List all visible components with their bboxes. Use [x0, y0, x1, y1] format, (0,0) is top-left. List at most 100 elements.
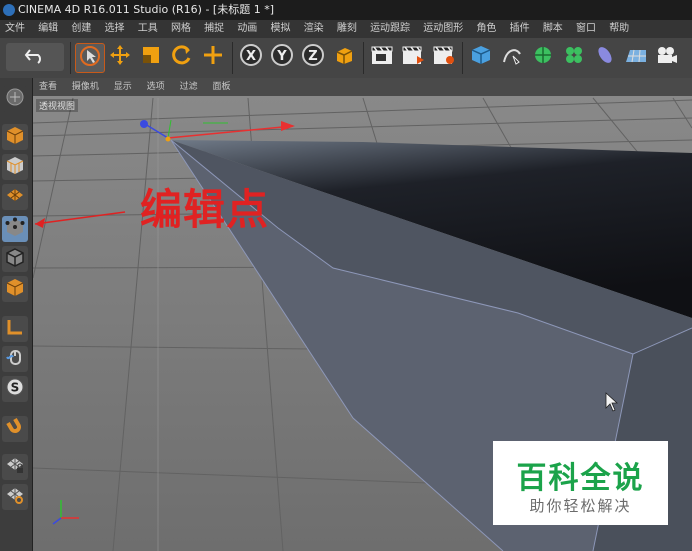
viewport-menu: 查看 摄像机 显示 选项 过滤 面板: [33, 78, 692, 96]
mograph-cloner-icon: [563, 44, 585, 70]
menu-render[interactable]: 渲染: [299, 20, 329, 38]
window-title: CINEMA 4D R16.011 Studio (R16) - [未标题 1 …: [18, 3, 275, 16]
y-axis-icon: Y: [270, 43, 294, 71]
scale-button[interactable]: [137, 43, 165, 71]
snap-icon: S: [5, 377, 25, 401]
workplane-lock-button[interactable]: [2, 454, 28, 480]
mograph-cloner-button[interactable]: [560, 43, 588, 71]
menu-bar: 文件 编辑 创建 选择 工具 网格 捕捉 动画 模拟 渲染 雕刻 运动跟踪 运动…: [0, 20, 692, 38]
magnet-icon: [5, 417, 25, 441]
menu-script[interactable]: 脚本: [538, 20, 568, 38]
make-editable-button[interactable]: [2, 86, 28, 112]
render-view-button[interactable]: [368, 43, 396, 71]
points-mode-icon: [5, 217, 25, 241]
live-selection-button[interactable]: [75, 43, 105, 73]
camera-icon: [655, 44, 679, 70]
z-axis-lock-button[interactable]: Z: [299, 43, 327, 71]
menu-help[interactable]: 帮助: [604, 20, 634, 38]
menu-motion-tracking[interactable]: 运动跟踪: [365, 20, 415, 38]
polygons-mode-icon: [5, 277, 25, 301]
undo-button[interactable]: [6, 43, 64, 71]
axis-mode-icon: [5, 317, 25, 341]
subdivision-icon: [532, 44, 554, 70]
edges-mode-button[interactable]: [2, 246, 28, 272]
coordinate-system-icon: [333, 44, 355, 70]
add-tool-button[interactable]: [199, 43, 227, 71]
cube-icon: [470, 44, 492, 70]
cinema4d-app-icon: [3, 4, 15, 16]
menu-simulate[interactable]: 模拟: [266, 20, 296, 38]
make-editable-icon: [4, 86, 26, 112]
menu-edit[interactable]: 编辑: [33, 20, 63, 38]
menu-animate[interactable]: 动画: [232, 20, 262, 38]
x-axis-lock-button[interactable]: X: [237, 43, 265, 71]
render-picture-viewer-icon: [401, 44, 425, 70]
svg-text:X: X: [246, 49, 256, 64]
undo-icon: [24, 46, 46, 68]
viewport-menu-filter[interactable]: 过滤: [174, 78, 204, 96]
annotation-label: 编辑点: [140, 185, 270, 234]
rotate-button[interactable]: [168, 43, 196, 71]
svg-text:S: S: [11, 381, 20, 395]
viewport-label: 透视视图: [36, 99, 79, 112]
x-axis-icon: X: [239, 43, 263, 71]
edit-render-settings-button[interactable]: [430, 43, 458, 71]
polygons-mode-button[interactable]: [2, 276, 28, 302]
axis-mode-button[interactable]: [2, 316, 28, 342]
menu-window[interactable]: 窗口: [571, 20, 601, 38]
workplane-grid-button[interactable]: [2, 184, 28, 210]
snap-button[interactable]: S: [2, 376, 28, 402]
move-icon: [109, 44, 131, 70]
model-mode-button[interactable]: [2, 124, 28, 150]
mode-palette: S: [0, 78, 33, 551]
edit-render-settings-icon: [432, 44, 456, 70]
add-icon: [202, 44, 224, 70]
points-mode-button[interactable]: [2, 216, 28, 242]
lock-workplane-icon: [5, 455, 25, 479]
pen-spline-button[interactable]: [498, 43, 526, 71]
pen-icon: [501, 44, 523, 70]
deformer-button[interactable]: [591, 43, 619, 71]
y-axis-lock-button[interactable]: Y: [268, 43, 296, 71]
move-button[interactable]: [106, 43, 134, 71]
menu-mograph[interactable]: 运动图形: [418, 20, 468, 38]
menu-sculpt[interactable]: 雕刻: [332, 20, 362, 38]
scale-icon: [140, 44, 162, 70]
menu-snap[interactable]: 捕捉: [199, 20, 229, 38]
main-toolbar: X Y Z: [0, 38, 692, 79]
menu-file[interactable]: 文件: [0, 20, 30, 38]
menu-character[interactable]: 角色: [471, 20, 501, 38]
texture-mode-icon: [5, 155, 25, 179]
menu-select[interactable]: 选择: [100, 20, 130, 38]
menu-tools[interactable]: 工具: [133, 20, 163, 38]
z-axis-icon: Z: [301, 43, 325, 71]
watermark-title: 百科全说: [516, 461, 645, 496]
model-mode-icon: [5, 125, 25, 149]
viewport-menu-view[interactable]: 查看: [33, 78, 63, 96]
watermark-subtitle: 助你轻松解决: [529, 497, 632, 515]
camera-object-button[interactable]: [653, 43, 681, 71]
magnet-button[interactable]: [2, 416, 28, 442]
viewport-menu-options[interactable]: 选项: [141, 78, 171, 96]
watermark: 百科全说 助你轻松解决: [493, 441, 668, 525]
menu-create[interactable]: 创建: [66, 20, 96, 38]
floor-object-button[interactable]: [622, 43, 650, 71]
workplane-orient-icon: [5, 485, 25, 509]
tweak-mode-button[interactable]: [2, 346, 28, 372]
edges-mode-icon: [5, 247, 25, 271]
workplane-orient-button[interactable]: [2, 484, 28, 510]
svg-text:Y: Y: [276, 49, 287, 64]
viewport-menu-cameras[interactable]: 摄像机: [66, 78, 105, 96]
subdivision-surface-button[interactable]: [529, 43, 557, 71]
viewport-menu-panel[interactable]: 面板: [206, 78, 236, 96]
render-picture-viewer-button[interactable]: [399, 43, 427, 71]
workplane-icon: [5, 185, 25, 209]
cube-object-button[interactable]: [467, 43, 495, 71]
coordinate-system-button[interactable]: [330, 43, 358, 71]
floor-icon: [624, 44, 648, 70]
viewport-menu-display[interactable]: 显示: [108, 78, 138, 96]
menu-plugins[interactable]: 插件: [505, 20, 535, 38]
select-icon: [79, 45, 101, 71]
texture-mode-button[interactable]: [2, 154, 28, 180]
menu-mesh[interactable]: 网格: [166, 20, 196, 38]
